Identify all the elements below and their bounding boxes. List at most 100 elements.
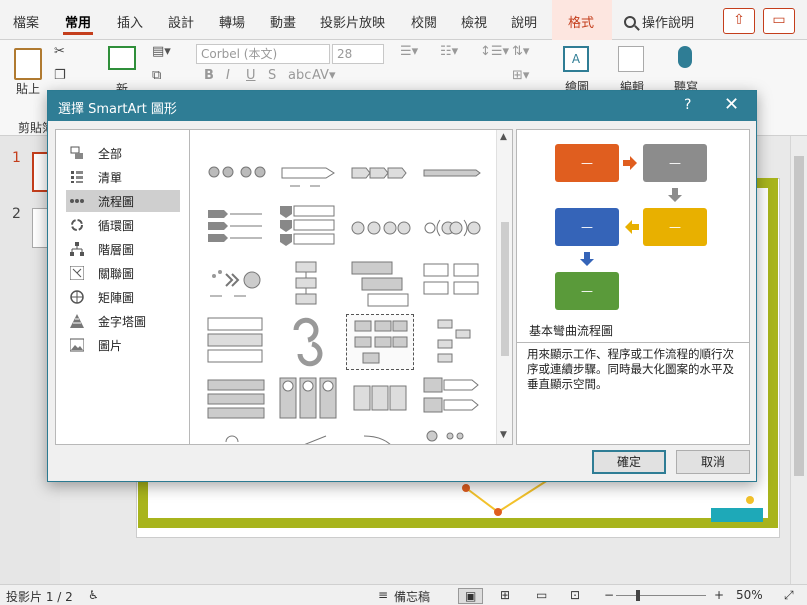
paste-icon[interactable] xyxy=(14,48,42,80)
category-list: 全部 清單 流程圖 循環圖 階層圖 關聯圖 矩陣圖 金字塔圖 圖片 xyxy=(55,129,190,445)
reset-icon[interactable]: ⧉ xyxy=(152,68,161,83)
text-direction-icon[interactable]: ⇅▾ xyxy=(512,44,529,59)
tab-view[interactable]: 檢視 xyxy=(461,12,487,31)
cancel-button[interactable]: 取消 xyxy=(676,450,750,474)
layout-thumbnail[interactable] xyxy=(418,314,486,370)
tab-home[interactable]: 常用 xyxy=(62,12,94,35)
scroll-up-icon[interactable]: ▲ xyxy=(500,132,507,142)
layout-thumbnail[interactable] xyxy=(346,258,414,314)
scroll-down-icon[interactable]: ▼ xyxy=(500,430,507,440)
cut-icon[interactable]: ✂ xyxy=(54,44,65,59)
layout-thumbnail[interactable] xyxy=(418,428,486,444)
tab-review[interactable]: 校閱 xyxy=(411,12,437,31)
numbering-icon[interactable]: ☷▾ xyxy=(440,44,458,59)
zoom-slider[interactable] xyxy=(616,595,706,596)
slide-vertical-scrollbar[interactable] xyxy=(790,136,807,584)
relationship-icon xyxy=(70,266,84,280)
tab-file[interactable]: 檔案 xyxy=(13,12,39,31)
layout-thumbnail[interactable] xyxy=(274,140,342,196)
layout-thumbnail[interactable] xyxy=(202,428,270,444)
layout-thumbnail[interactable] xyxy=(346,374,414,430)
new-slide-icon[interactable] xyxy=(108,46,136,70)
layout-thumbnail[interactable] xyxy=(202,140,270,196)
gallery-scroll-thumb[interactable] xyxy=(501,222,509,356)
draw-icon[interactable]: A xyxy=(563,46,589,72)
category-process[interactable]: 流程圖 xyxy=(66,190,180,212)
arrow-right-icon xyxy=(623,156,637,170)
ok-button[interactable]: 確定 xyxy=(592,450,666,474)
reading-view-icon[interactable]: ▭ xyxy=(536,588,547,602)
tab-animations[interactable]: 動畫 xyxy=(270,12,296,31)
find-icon[interactable] xyxy=(618,46,644,72)
layout-thumbnail[interactable] xyxy=(346,428,414,444)
notes-icon[interactable]: ≡ xyxy=(378,588,388,602)
fit-slide-icon[interactable]: ⤢ xyxy=(784,588,794,603)
category-matrix[interactable]: 矩陣圖 xyxy=(66,286,180,308)
font-spacing-icon[interactable]: AV▾ xyxy=(312,68,335,83)
normal-view-icon[interactable]: ▣ xyxy=(458,588,484,604)
tab-slideshow[interactable]: 投影片放映 xyxy=(320,12,385,31)
layout-thumbnail[interactable] xyxy=(202,258,270,314)
layout-thumbnail[interactable] xyxy=(202,374,270,430)
slide-sorter-icon[interactable]: ⊞ xyxy=(500,588,510,602)
font-name-box[interactable]: Corbel (本文) xyxy=(196,44,330,64)
tab-insert[interactable]: 插入 xyxy=(117,12,143,31)
help-button[interactable]: ? xyxy=(684,97,691,113)
preview-panel: — — — — — 基本彎曲流程圖 用來顯示工作、程序或工作流程的順行次序或連續… xyxy=(516,129,750,445)
zoom-slider-thumb[interactable] xyxy=(636,590,640,601)
underline-icon[interactable]: U xyxy=(246,68,256,83)
zoom-level[interactable]: 50% xyxy=(736,588,763,602)
layout-block-matrix-icon xyxy=(207,379,265,419)
layout-basic-bending-process[interactable] xyxy=(346,314,414,370)
copy-icon[interactable]: ❐ xyxy=(54,68,66,83)
scrollbar-thumb[interactable] xyxy=(794,156,804,476)
notes-button[interactable]: 備忘稿 xyxy=(394,588,430,605)
layout-thumbnail[interactable] xyxy=(274,314,342,370)
bullets-icon[interactable]: ☰▾ xyxy=(400,44,418,59)
tab-format[interactable]: 格式 xyxy=(568,12,594,31)
category-pyramid[interactable]: 金字塔圖 xyxy=(66,310,180,332)
tab-help[interactable]: 說明 xyxy=(511,12,537,31)
line-spacing-icon[interactable]: ↕☰▾ xyxy=(480,44,509,59)
layout-thumbnail[interactable] xyxy=(274,258,342,314)
tab-transitions[interactable]: 轉場 xyxy=(219,12,245,31)
category-hierarchy[interactable]: 階層圖 xyxy=(66,238,180,260)
bold-icon[interactable]: B xyxy=(204,68,214,83)
tell-me-search[interactable]: 操作說明 xyxy=(624,12,694,31)
layout-thumbnail[interactable] xyxy=(274,428,342,444)
layout-icon[interactable]: ▤▾ xyxy=(152,44,171,59)
layout-thumbnail[interactable] xyxy=(418,140,486,196)
category-all[interactable]: 全部 xyxy=(66,142,180,164)
close-icon[interactable]: ✕ xyxy=(724,94,739,115)
microphone-icon[interactable] xyxy=(678,46,692,68)
layout-thumbnail[interactable] xyxy=(346,200,414,256)
category-picture[interactable]: 圖片 xyxy=(66,334,180,356)
category-cycle[interactable]: 循環圖 xyxy=(66,214,180,236)
paste-label[interactable]: 貼上 xyxy=(16,80,40,97)
layout-thumbnail[interactable] xyxy=(274,374,342,430)
char-spacing-icon[interactable]: abc xyxy=(288,68,311,83)
share-button[interactable]: ⇧ xyxy=(723,8,755,34)
category-list-item[interactable]: 清單 xyxy=(66,166,180,188)
layout-thumbnail[interactable] xyxy=(202,200,270,256)
comments-button[interactable]: ▭ xyxy=(763,8,795,34)
layout-thumbnail[interactable] xyxy=(346,140,414,196)
layout-thumbnail[interactable] xyxy=(274,200,342,256)
category-label: 循環圖 xyxy=(98,219,135,233)
list-icon xyxy=(71,171,83,183)
zoom-in-icon[interactable]: + xyxy=(714,588,724,602)
gallery-scrollbar[interactable]: ▲ ▼ xyxy=(496,130,512,444)
strikethrough-icon[interactable]: S xyxy=(268,68,276,83)
layout-thumbnail[interactable] xyxy=(202,314,270,370)
layout-thumbnail[interactable] xyxy=(418,374,486,430)
category-relationship[interactable]: 關聯圖 xyxy=(66,262,180,284)
tab-design[interactable]: 設計 xyxy=(168,12,194,31)
accessibility-icon[interactable]: ♿ xyxy=(88,588,99,602)
smartart-convert-icon[interactable]: ⊞▾ xyxy=(512,68,529,83)
zoom-out-icon[interactable]: − xyxy=(604,588,614,602)
font-size-box[interactable]: 28 xyxy=(332,44,384,64)
layout-thumbnail[interactable] xyxy=(418,200,486,256)
layout-thumbnail[interactable] xyxy=(418,258,486,314)
slideshow-view-icon[interactable]: ⊡ xyxy=(570,588,580,602)
italic-icon[interactable]: I xyxy=(226,68,230,83)
